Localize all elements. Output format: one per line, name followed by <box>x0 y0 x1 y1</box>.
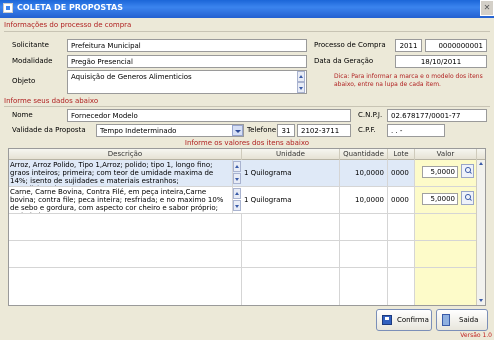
table-row <box>9 241 477 268</box>
cpf-label: C.P.F. <box>358 126 376 134</box>
version-label: Versão 1.0 <box>460 332 492 339</box>
modalidade-field[interactable]: Pregão Presencial <box>67 55 307 68</box>
objeto-scroll-down[interactable] <box>297 82 305 93</box>
objeto-scroll-up[interactable] <box>297 71 305 82</box>
row-descricao: Arroz, Arroz Polido, Tipo 1,Arroz; polid… <box>9 160 233 186</box>
solicitante-field[interactable]: Prefeitura Municipal <box>67 39 307 52</box>
col-lote[interactable]: Lote <box>388 149 415 160</box>
col-quantidade[interactable]: Quantidade <box>340 149 388 160</box>
scroll-down-icon[interactable] <box>479 299 483 302</box>
col-valor[interactable]: Valor <box>415 149 477 160</box>
objeto-label: Objeto <box>12 77 36 85</box>
close-button[interactable]: ✕ <box>480 0 494 16</box>
confirma-button[interactable]: Confirma <box>376 309 432 331</box>
nome-label: Nome <box>12 111 33 119</box>
telefone-label: Telefone <box>247 126 277 134</box>
row-descricao: Carne, Carne Bovina, Contra Filé, em peç… <box>9 187 233 213</box>
cpf-field[interactable]: . . - <box>387 124 445 137</box>
validade-label: Validade da Proposta <box>12 126 86 134</box>
desc-scroll-down[interactable] <box>233 200 241 211</box>
row-quantidade: 10,0000 <box>340 160 388 186</box>
search-icon[interactable] <box>461 164 474 178</box>
data-geracao-label: Data da Geração <box>314 57 374 65</box>
coleta-window: COLETA DE PROPOSTAS ✕ Informações do pro… <box>0 0 494 340</box>
desc-scroll-down[interactable] <box>233 173 241 184</box>
cnpj-label: C.N.P.J. <box>358 111 383 119</box>
exit-icon <box>442 314 450 326</box>
grid-scrollbar[interactable] <box>476 160 485 305</box>
nome-field[interactable]: Fornecedor Modelo <box>67 109 351 122</box>
table-row <box>9 214 477 241</box>
section-processo-title: Informações do processo de compra <box>4 21 132 29</box>
processo-ano-field[interactable]: 2011 <box>395 39 422 52</box>
row-lote: 0000 <box>388 160 415 186</box>
col-unidade[interactable]: Unidade <box>242 149 340 160</box>
valor-input[interactable]: 5,0000 <box>422 166 458 178</box>
table-row[interactable]: Arroz, Arroz Polido, Tipo 1,Arroz; polid… <box>9 160 477 187</box>
table-row[interactable]: Carne, Carne Bovina, Contra Filé, em peç… <box>9 187 477 214</box>
itens-grid: Descrição Unidade Quantidade Lote Valor … <box>8 148 486 306</box>
row-unidade: 1 Quilograma <box>242 187 340 213</box>
scroll-up-icon[interactable] <box>479 162 483 165</box>
solicitante-label: Solicitante <box>12 41 49 49</box>
table-row <box>9 268 477 305</box>
telefone-field[interactable]: 2102-3711 <box>297 124 351 137</box>
processo-compra-label: Processo de Compra <box>314 41 386 49</box>
validade-select[interactable]: Tempo Indeterminado <box>96 124 244 137</box>
row-unidade: 1 Quilograma <box>242 160 340 186</box>
divider <box>4 106 490 107</box>
col-descricao[interactable]: Descrição <box>9 149 242 160</box>
cnpj-field[interactable]: 02.678177/0001-77 <box>387 109 487 122</box>
dica-text: Dica: Para informar a marca e o modelo d… <box>334 73 483 88</box>
processo-numero-field[interactable]: 0000000001 <box>425 39 487 52</box>
app-icon <box>3 3 13 13</box>
save-icon <box>382 315 392 325</box>
desc-scroll-up[interactable] <box>233 188 241 199</box>
divider <box>4 31 490 32</box>
row-valor-cell: 5,0000 <box>415 160 477 186</box>
chevron-down-icon[interactable] <box>232 125 243 136</box>
search-icon[interactable] <box>461 191 474 205</box>
window-title: COLETA DE PROPOSTAS <box>17 3 123 12</box>
valor-input[interactable]: 5,0000 <box>422 193 458 205</box>
desc-scroll-up[interactable] <box>233 161 241 172</box>
title-bar: COLETA DE PROPOSTAS ✕ <box>0 0 494 18</box>
modalidade-label: Modalidade <box>12 57 53 65</box>
row-valor-cell: 5,0000 <box>415 187 477 213</box>
data-geracao-field[interactable]: 18/10/2011 <box>395 55 487 68</box>
row-lote: 0000 <box>388 187 415 213</box>
grid-header: Descrição Unidade Quantidade Lote Valor <box>9 149 485 160</box>
row-quantidade: 10,0000 <box>340 187 388 213</box>
ddd-field[interactable]: 31 <box>277 124 295 137</box>
saida-button[interactable]: Saida <box>436 309 488 331</box>
objeto-field[interactable]: Aquisição de Generos Alimenticios <box>67 70 307 94</box>
